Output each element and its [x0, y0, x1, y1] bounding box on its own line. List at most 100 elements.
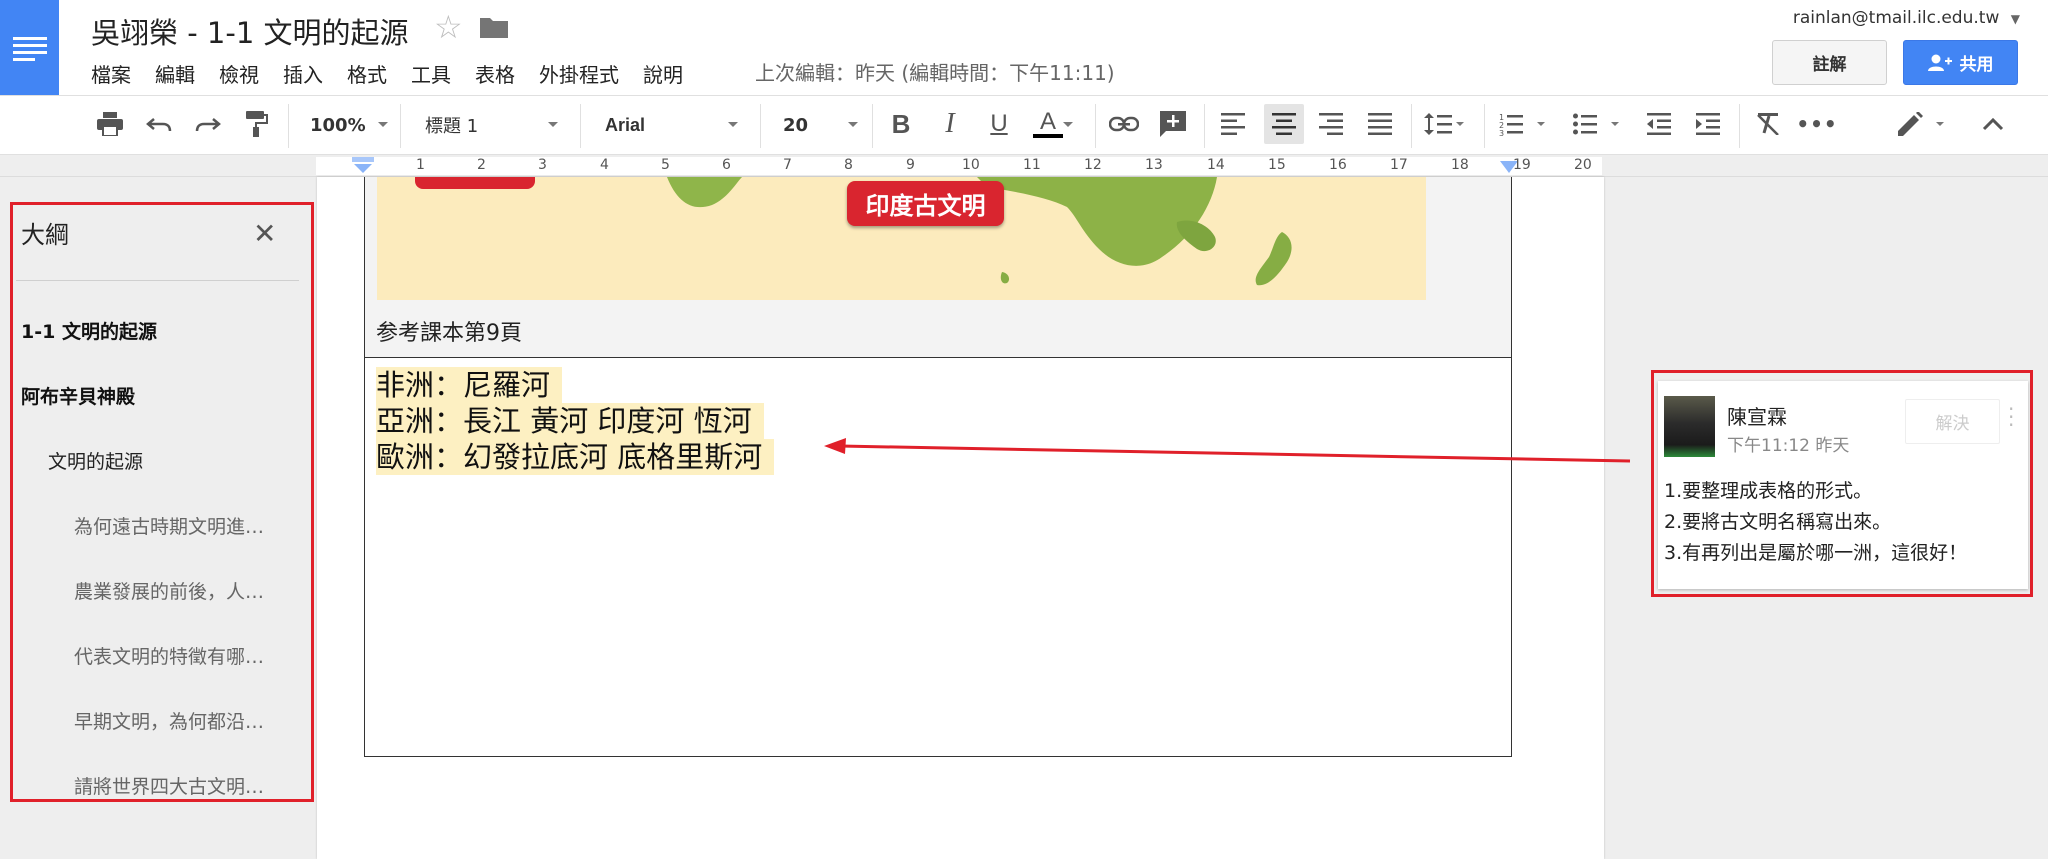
font-size-value: 20: [783, 114, 809, 136]
docs-logo-icon[interactable]: [0, 0, 59, 95]
caret-down-icon: ▼: [2010, 12, 2020, 26]
document-table[interactable]: 印度古文明 参考課本第9頁 非洲：尼羅河 亞洲：長江 黃河 印度河 恆河 歐洲：…: [364, 177, 1512, 757]
outline-item[interactable]: 代表文明的特徵有哪…: [74, 642, 264, 669]
world-map-image[interactable]: 印度古文明: [377, 177, 1426, 300]
account-email[interactable]: rainlan@tmail.ilc.edu.tw ▼: [1793, 8, 2020, 28]
outline-item[interactable]: 請將世界四大古文明…: [74, 772, 264, 799]
align-left-icon[interactable]: [1215, 106, 1251, 142]
ruler[interactable]: 1 2 3 4 5 6 7 8 9 10 11 12 13 14 15 16 1…: [0, 155, 2048, 177]
ruler-label: 13: [1145, 157, 1163, 173]
outline-title: 大綱: [21, 221, 69, 249]
folder-icon[interactable]: [480, 16, 508, 42]
ruler-label: 16: [1329, 157, 1347, 173]
comment-card[interactable]: 陳宣霖 下午11:12 昨天 解決 · · · 1.要整理成表格的形式。 2.要將古…: [1658, 381, 2028, 589]
align-center-icon[interactable]: [1264, 104, 1304, 144]
add-comment-icon[interactable]: [1155, 106, 1191, 142]
close-icon[interactable]: ✕: [253, 217, 276, 250]
menu-insert[interactable]: 插入: [283, 59, 323, 88]
ruler-label: 12: [1084, 157, 1102, 173]
comment-annotation-box: 陳宣霖 下午11:12 昨天 解決 · · · 1.要整理成表格的形式。 2.要將古…: [1651, 370, 2033, 597]
outline-item[interactable]: 為何遠古時期文明進…: [74, 512, 264, 539]
numbered-list-icon[interactable]: 123: [1496, 106, 1548, 142]
table-cell-image[interactable]: 印度古文明 参考課本第9頁: [365, 177, 1511, 358]
ruler-label: 10: [962, 157, 980, 173]
toolbar: 100% 標題 1 Arial 20 B I U A 123 •••: [0, 95, 2048, 155]
line-spacing-icon[interactable]: [1420, 106, 1468, 142]
ruler-label: 19: [1513, 157, 1531, 173]
star-icon[interactable]: ☆: [434, 8, 463, 46]
toolbar-separator: [872, 104, 873, 148]
align-justify-icon[interactable]: [1362, 106, 1398, 142]
river-line: 亞洲：長江 黃河 印度河 恆河: [376, 403, 764, 439]
comment-line: 2.要將古文明名稱寫出來。: [1664, 511, 1892, 533]
ruler-label: 9: [906, 157, 915, 173]
font-value: Arial: [605, 114, 646, 135]
undo-icon[interactable]: [141, 106, 177, 142]
outline-item[interactable]: 文明的起源: [48, 447, 143, 474]
comment-line: 3.有再列出是屬於哪一洲，這很好！: [1664, 542, 1968, 564]
share-label: 共用: [1959, 55, 1994, 75]
more-vert-icon[interactable]: · · ·: [2008, 399, 2014, 435]
redo-icon[interactable]: [190, 106, 226, 142]
more-options-icon[interactable]: •••: [1796, 106, 1836, 142]
link-icon[interactable]: [1106, 106, 1142, 142]
chevron-down-icon[interactable]: [1061, 106, 1075, 142]
comment-author: 陳宣霖: [1727, 405, 1787, 429]
ruler-label: 11: [1023, 157, 1041, 173]
outline-item[interactable]: 農業發展的前後，人…: [74, 577, 264, 604]
clear-formatting-icon[interactable]: [1750, 106, 1786, 142]
bold-icon[interactable]: B: [883, 106, 919, 142]
underline-icon[interactable]: U: [981, 106, 1017, 142]
menu-view[interactable]: 檢視: [219, 59, 259, 88]
menu-file[interactable]: 檔案: [91, 59, 131, 88]
river-line: 歐洲：幻發拉底河 底格里斯河: [376, 439, 775, 475]
ruler-label: 2: [477, 157, 486, 173]
ruler-label: 8: [844, 157, 853, 173]
decrease-indent-icon[interactable]: [1641, 106, 1677, 142]
ruler-label: 1: [416, 157, 425, 173]
toolbar-separator: [1484, 104, 1485, 148]
font-select[interactable]: Arial: [605, 108, 738, 142]
outline-item[interactable]: 1-1 文明的起源: [21, 317, 157, 344]
editing-mode-icon[interactable]: [1895, 106, 1947, 142]
zoom-select[interactable]: 100%: [310, 108, 388, 142]
menu-bar: 檔案 編輯 檢視 插入 格式 工具 表格 外掛程式 說明: [91, 59, 707, 88]
paint-format-icon[interactable]: [239, 106, 275, 142]
outline-item[interactable]: 阿布辛貝神殿: [21, 382, 135, 409]
comments-button[interactable]: 註解: [1772, 40, 1887, 85]
menu-help[interactable]: 說明: [643, 59, 683, 88]
ruler-label: 18: [1451, 157, 1469, 173]
toolbar-separator: [580, 104, 581, 148]
ruler-label: 3: [538, 157, 547, 173]
caption-text[interactable]: 参考課本第9頁: [376, 315, 522, 347]
outline-item[interactable]: 早期文明，為何都沿…: [74, 707, 264, 734]
increase-indent-icon[interactable]: [1690, 106, 1726, 142]
ruler-label: 6: [722, 157, 731, 173]
paragraph-style-select[interactable]: 標題 1: [425, 108, 558, 142]
font-size-select[interactable]: 20: [783, 108, 858, 142]
document-title[interactable]: 吳翊榮 - 1-1 文明的起源: [91, 10, 409, 52]
italic-icon[interactable]: I: [932, 106, 968, 142]
outline-panel: 大綱 ✕ 1-1 文明的起源 阿布辛貝神殿 文明的起源 為何遠古時期文明進… 農…: [10, 202, 314, 802]
share-button[interactable]: 共用: [1903, 40, 2018, 85]
bulleted-list-icon[interactable]: [1570, 106, 1622, 142]
menu-tools[interactable]: 工具: [411, 59, 451, 88]
chevron-up-icon[interactable]: [1975, 106, 2011, 142]
menu-format[interactable]: 格式: [347, 59, 387, 88]
ruler-label: 7: [783, 157, 792, 173]
ruler-label: 4: [600, 157, 609, 173]
last-edit-status[interactable]: 上次編輯：昨天 (編輯時間：下午11:11): [755, 57, 1115, 86]
ruler-label: 14: [1207, 157, 1225, 173]
account-email-text: rainlan@tmail.ilc.edu.tw: [1792, 8, 2000, 28]
ruler-label: 20: [1574, 157, 1592, 173]
resolve-button[interactable]: 解決: [1905, 399, 2000, 444]
align-right-icon[interactable]: [1313, 106, 1349, 142]
menu-addons[interactable]: 外掛程式: [539, 59, 619, 88]
ruler-label: 5: [661, 157, 670, 173]
print-icon[interactable]: [92, 106, 128, 142]
toolbar-separator: [1095, 104, 1096, 148]
menu-table[interactable]: 表格: [475, 59, 515, 88]
rivers-text[interactable]: 非洲：尼羅河 亞洲：長江 黃河 印度河 恆河 歐洲：幻發拉底河 底格里斯河: [376, 367, 775, 475]
indent-marker-icon[interactable]: [352, 157, 374, 173]
menu-edit[interactable]: 編輯: [155, 59, 195, 88]
